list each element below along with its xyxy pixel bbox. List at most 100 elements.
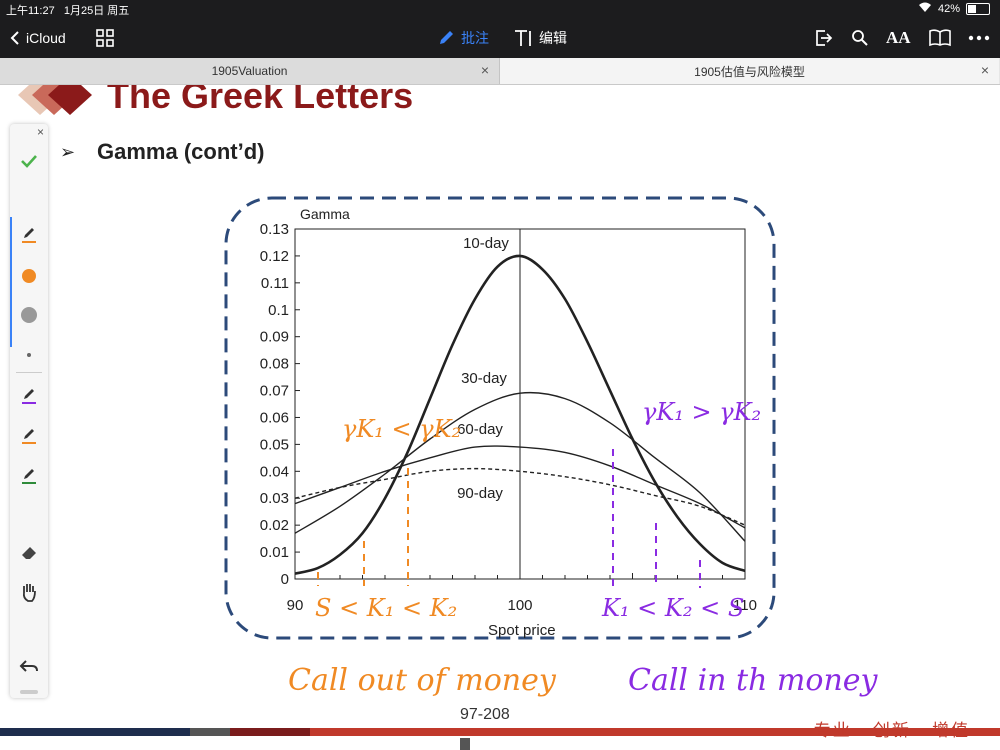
orange-call-note: Call out of money: [288, 663, 557, 698]
more-icon: [968, 35, 990, 41]
palette-divider: [16, 372, 42, 373]
y-tick-label: 0.01: [260, 544, 289, 561]
purple-annotations: [612, 449, 701, 588]
small-dot-icon: [27, 353, 31, 357]
eraser-tool[interactable]: [14, 537, 44, 567]
tab-label: 1905估值与风险模型: [694, 64, 805, 79]
battery-percent: 42%: [937, 3, 960, 15]
purple-gamma-ineq: γK₁ > γK₂: [642, 398, 761, 426]
annotate-button[interactable]: 批注: [437, 18, 489, 58]
y-tick-label: 0.07: [260, 383, 289, 400]
color-orange-swatch[interactable]: [14, 261, 44, 291]
grid-icon: [96, 29, 114, 47]
back-button[interactable]: iCloud: [10, 18, 66, 58]
status-time: 上午11:27: [6, 5, 55, 17]
pen-icon: [22, 228, 36, 243]
series-label-60-day: 60-day: [457, 421, 503, 438]
text-size-icon: AA: [886, 28, 911, 47]
book-button[interactable]: [928, 18, 952, 58]
book-icon: [929, 29, 951, 47]
tab-bar: 1905Valuation × 1905估值与风险模型 ×: [0, 58, 1000, 85]
y-tick-label: 0.03: [260, 490, 289, 507]
highlighter-tool-green[interactable]: [14, 460, 44, 490]
marker-icon: [22, 469, 36, 484]
annotation-palette: ×: [10, 124, 48, 698]
checkmark-icon: [21, 155, 37, 168]
tool-selection-indicator: [10, 217, 12, 347]
marker-icon: [22, 429, 36, 444]
grid-view-button[interactable]: [95, 18, 115, 58]
purple-call-note: Call in th money: [628, 663, 879, 698]
annotate-label: 批注: [461, 30, 489, 46]
tab-1905valuation[interactable]: 1905Valuation ×: [0, 58, 500, 84]
opacity-swatch[interactable]: [14, 300, 44, 330]
status-time-date: 上午11:27 1月25日 周五: [6, 2, 129, 18]
slide-title: The Greek Letters: [107, 85, 413, 116]
title-logo: [18, 85, 92, 115]
undo-button[interactable]: [14, 651, 44, 681]
highlighter-tool-orange[interactable]: [14, 420, 44, 450]
series-label-10-day: 10-day: [463, 235, 509, 252]
tab-label: 1905Valuation: [211, 64, 288, 78]
undo-icon: [19, 660, 38, 672]
x-axis-label: Spot price: [488, 622, 556, 639]
y-tick-label: 0.13: [260, 221, 289, 238]
palette-grip[interactable]: [20, 690, 38, 694]
y-tick-label: 0.12: [260, 248, 289, 265]
done-button[interactable]: [14, 146, 44, 176]
text-size-button[interactable]: AA: [886, 18, 911, 58]
orange-order-note: S < K₁ < K₂: [315, 594, 457, 622]
tab-1905-valuation-risk-model[interactable]: 1905估值与风险模型 ×: [500, 58, 999, 84]
text-edit-icon: [515, 30, 531, 46]
y-tick-label: 0.1: [268, 302, 289, 319]
page-number: 97-208: [460, 706, 510, 723]
slide-svg: The Greek Letters ➢ Gamma (cont’d) Gamma…: [18, 85, 879, 698]
search-button[interactable]: [851, 18, 869, 58]
wifi-icon: [918, 2, 932, 16]
gray-dot-icon: [21, 307, 37, 323]
pen-icon: [22, 389, 36, 404]
line-width-swatch[interactable]: [14, 340, 44, 370]
y-tick-label: 0.02: [260, 517, 289, 534]
hand-tool[interactable]: [14, 577, 44, 607]
edit-button[interactable]: 编辑: [513, 18, 567, 58]
slide-subtitle: Gamma (cont’d): [97, 139, 264, 164]
y-tick-label: 0.06: [260, 409, 289, 426]
chart-title: Gamma: [300, 206, 350, 222]
series-label-30-day: 30-day: [461, 370, 507, 387]
toolbar: iCloud 批注 编辑 AA: [0, 18, 1000, 58]
search-icon: [852, 30, 868, 46]
pen-icon: [440, 31, 453, 44]
export-button[interactable]: [813, 18, 833, 58]
orange-annotations: [317, 468, 409, 586]
y-tick-label: 0.09: [260, 329, 289, 346]
slide-page: The Greek Letters ➢ Gamma (cont’d) Gamma…: [0, 85, 1000, 750]
purple-order-note: K₁ < K₂ < S: [601, 594, 744, 622]
brand-slogan: 专业 · 创新 · 增值: [813, 721, 970, 740]
palette-close-icon[interactable]: ×: [14, 124, 44, 140]
page-scroll-handle[interactable]: [460, 738, 470, 750]
y-tick-label: 0.04: [260, 463, 289, 480]
eraser-icon: [22, 547, 36, 559]
status-bar: 上午11:27 1月25日 周五 42%: [0, 0, 1000, 18]
edit-label: 编辑: [539, 30, 567, 46]
hand-icon: [22, 584, 36, 602]
close-icon[interactable]: ×: [981, 62, 989, 78]
x-tick-label: 90: [287, 597, 304, 614]
export-icon: [816, 30, 833, 46]
series-label-90-day: 90-day: [457, 485, 503, 502]
orange-dot-icon: [22, 269, 36, 283]
pen-tool-purple[interactable]: [14, 380, 44, 410]
y-tick-label: 0.08: [260, 356, 289, 373]
y-tick-label: 0.05: [260, 436, 289, 453]
x-tick-label: 100: [507, 597, 532, 614]
battery-icon: [966, 3, 990, 15]
y-tick-label: 0.11: [261, 275, 289, 292]
y-tick-label: 0: [281, 571, 289, 588]
pen-tool-orange[interactable]: [14, 219, 44, 249]
more-button[interactable]: [968, 18, 990, 58]
status-date: 1月25日 周五: [63, 5, 130, 17]
back-label: iCloud: [26, 30, 66, 46]
subtitle-bullet: ➢: [60, 142, 75, 163]
close-icon[interactable]: ×: [481, 62, 489, 78]
